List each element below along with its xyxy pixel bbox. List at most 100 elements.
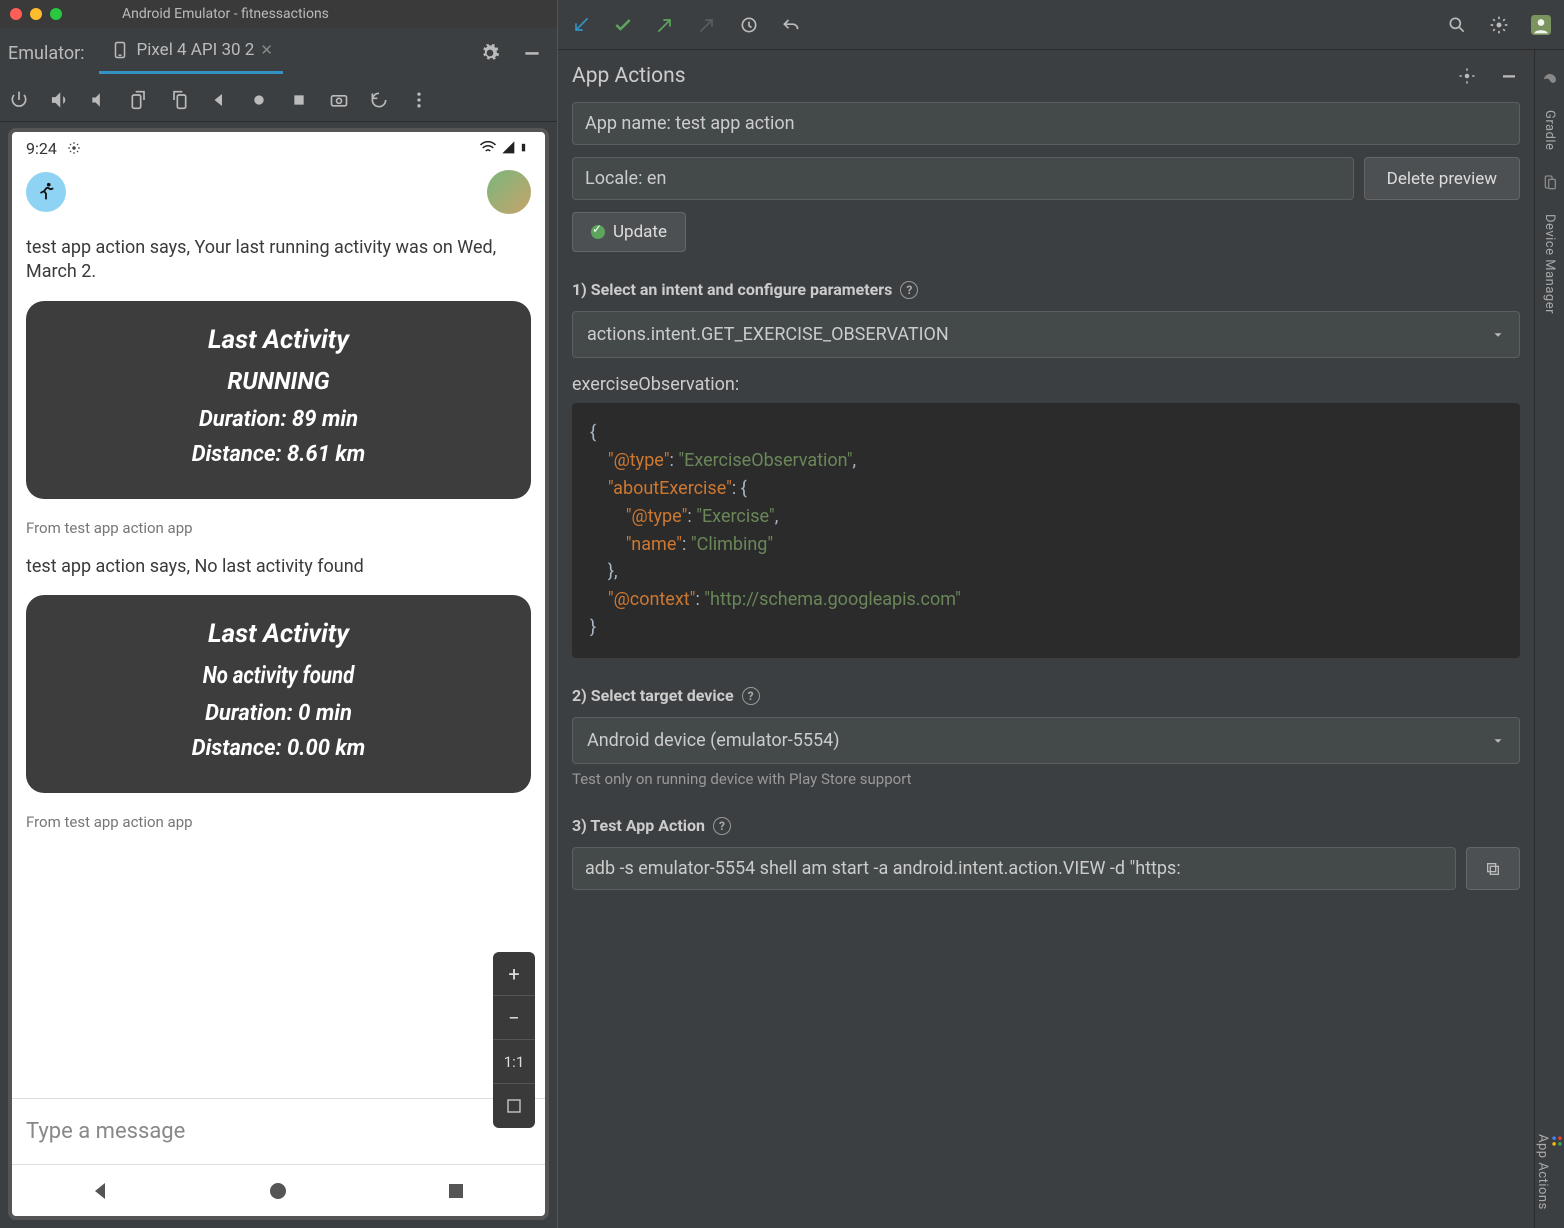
zoom-reset-button[interactable]: 1:1 bbox=[493, 1040, 535, 1084]
assistant-text-2: test app action says, No last activity f… bbox=[26, 555, 531, 579]
undo-icon[interactable] bbox=[780, 14, 802, 36]
message-input[interactable]: Type a message bbox=[12, 1098, 545, 1164]
volume-up-icon[interactable] bbox=[48, 89, 70, 111]
step3-label: 3) Test App Action? bbox=[572, 816, 1520, 835]
intent-value: actions.intent.GET_EXERCISE_OBSERVATION bbox=[587, 324, 949, 345]
profile-icon[interactable] bbox=[1530, 14, 1552, 36]
clock: 9:24 bbox=[26, 139, 57, 158]
help-icon[interactable]: ? bbox=[742, 687, 760, 705]
emulator-toolbar bbox=[0, 78, 557, 122]
update-button[interactable]: Update bbox=[572, 212, 686, 252]
phone-icon bbox=[109, 39, 131, 61]
card1-distance: Distance: 8.61 km bbox=[36, 442, 521, 467]
zoom-in-button[interactable]: + bbox=[493, 952, 535, 996]
minimize-window-icon[interactable] bbox=[30, 8, 42, 20]
panel-header: App Actions bbox=[558, 50, 1534, 102]
assistant-dots-icon bbox=[1550, 1134, 1564, 1148]
clock-icon[interactable] bbox=[738, 14, 760, 36]
gear-small-icon bbox=[63, 137, 85, 159]
rail-devmgr-label[interactable]: Device Manager bbox=[1542, 214, 1557, 314]
nav-home-icon[interactable] bbox=[266, 1179, 290, 1203]
close-icon[interactable]: ✕ bbox=[260, 41, 273, 59]
android-statusbar: 9:24 bbox=[12, 132, 545, 164]
camera-icon[interactable] bbox=[328, 89, 350, 111]
ide-toolbar bbox=[558, 0, 1564, 50]
help-icon[interactable]: ? bbox=[900, 281, 918, 299]
step1-label: 1) Select an intent and configure parame… bbox=[572, 280, 1520, 299]
help-icon[interactable]: ? bbox=[713, 817, 731, 835]
intent-select[interactable]: actions.intent.GET_EXERCISE_OBSERVATION bbox=[572, 311, 1520, 358]
card1-duration: Duration: 89 min bbox=[36, 407, 521, 432]
activity-card-2: Last Activity No activity found Duration… bbox=[26, 595, 531, 793]
emulator-label: Emulator: bbox=[8, 43, 85, 64]
volume-down-icon[interactable] bbox=[88, 89, 110, 111]
panel-minimize-icon[interactable] bbox=[1498, 65, 1520, 87]
card1-activity: RUNNING bbox=[36, 367, 521, 395]
history-icon[interactable] bbox=[368, 89, 390, 111]
from-label-1: From test app action app bbox=[26, 519, 531, 537]
window-titlebar: Android Emulator - fitnessactions bbox=[0, 0, 557, 28]
close-window-icon[interactable] bbox=[10, 8, 22, 20]
arrow-disabled-icon bbox=[696, 14, 718, 36]
wifi-icon bbox=[479, 139, 497, 157]
device-manager-icon[interactable] bbox=[1542, 174, 1558, 190]
more-icon[interactable] bbox=[408, 89, 430, 111]
chevron-down-icon bbox=[1491, 734, 1505, 748]
home-nav-icon[interactable] bbox=[248, 89, 270, 111]
nav-back-icon[interactable] bbox=[89, 1179, 113, 1203]
chevron-down-icon bbox=[1491, 328, 1505, 342]
signal-icon bbox=[501, 140, 517, 156]
device-select[interactable]: Android device (emulator-5554) bbox=[572, 717, 1520, 764]
rail-appactions-label[interactable]: App Actions bbox=[1535, 1128, 1564, 1216]
fullscreen-icon[interactable] bbox=[493, 1084, 535, 1128]
fullscreen-window-icon[interactable] bbox=[50, 8, 62, 20]
device-screen: 9:24 test app action says, Your last run… bbox=[8, 128, 549, 1220]
observation-label: exerciseObservation: bbox=[572, 374, 1520, 395]
emulator-tabbar: Emulator: Pixel 4 API 30 2 ✕ bbox=[0, 28, 557, 78]
zoom-controls: + − 1:1 bbox=[493, 952, 535, 1128]
arrow-down-left-icon[interactable] bbox=[570, 14, 592, 36]
zoom-out-button[interactable]: − bbox=[493, 996, 535, 1040]
assistant-text-1: test app action says, Your last running … bbox=[26, 236, 531, 285]
panel-gear-icon[interactable] bbox=[1456, 65, 1478, 87]
rail-gradle-label[interactable]: Gradle bbox=[1542, 110, 1557, 150]
success-check-icon bbox=[591, 225, 605, 239]
panel-title: App Actions bbox=[572, 64, 686, 88]
copy-button[interactable] bbox=[1466, 847, 1520, 890]
emulator-tab[interactable]: Pixel 4 API 30 2 ✕ bbox=[99, 33, 283, 74]
running-icon bbox=[26, 172, 66, 212]
right-rail: Gradle Device Manager App Actions bbox=[1534, 50, 1564, 1228]
device-value: Android device (emulator-5554) bbox=[587, 730, 840, 751]
card2-duration: Duration: 0 min bbox=[36, 701, 521, 726]
avatar[interactable] bbox=[487, 170, 531, 214]
gradle-icon[interactable] bbox=[1541, 68, 1559, 86]
rotate-left-icon[interactable] bbox=[128, 89, 150, 111]
app-name-field[interactable]: App name: test app action bbox=[572, 102, 1520, 145]
from-label-2: From test app action app bbox=[26, 813, 531, 831]
search-icon[interactable] bbox=[1446, 14, 1468, 36]
check-icon[interactable] bbox=[612, 14, 634, 36]
window-title: Android Emulator - fitnessactions bbox=[122, 6, 329, 22]
gear-icon[interactable] bbox=[479, 42, 501, 64]
android-navbar bbox=[12, 1164, 545, 1216]
traffic-lights bbox=[10, 8, 62, 20]
card2-title: Last Activity bbox=[36, 619, 521, 649]
power-icon[interactable] bbox=[8, 89, 30, 111]
nav-overview-icon[interactable] bbox=[444, 1179, 468, 1203]
minimize-icon[interactable] bbox=[521, 42, 543, 64]
delete-preview-button[interactable]: Delete preview bbox=[1364, 157, 1520, 200]
rotate-right-icon[interactable] bbox=[168, 89, 190, 111]
message-placeholder: Type a message bbox=[26, 1119, 185, 1144]
arrow-up-right-icon[interactable] bbox=[654, 14, 676, 36]
locale-field[interactable]: Locale: en bbox=[572, 157, 1354, 200]
activity-card-1: Last Activity RUNNING Duration: 89 min D… bbox=[26, 301, 531, 499]
card2-activity: No activity found bbox=[72, 661, 484, 689]
card1-title: Last Activity bbox=[36, 325, 521, 355]
step2-label: 2) Select target device? bbox=[572, 686, 1520, 705]
overview-nav-icon[interactable] bbox=[288, 89, 310, 111]
gear-icon[interactable] bbox=[1488, 14, 1510, 36]
back-nav-icon[interactable] bbox=[208, 89, 230, 111]
adb-command-field[interactable]: adb -s emulator-5554 shell am start -a a… bbox=[572, 847, 1456, 890]
json-editor[interactable]: { "@type": "ExerciseObservation", "about… bbox=[572, 403, 1520, 658]
device-hint: Test only on running device with Play St… bbox=[572, 770, 1520, 788]
